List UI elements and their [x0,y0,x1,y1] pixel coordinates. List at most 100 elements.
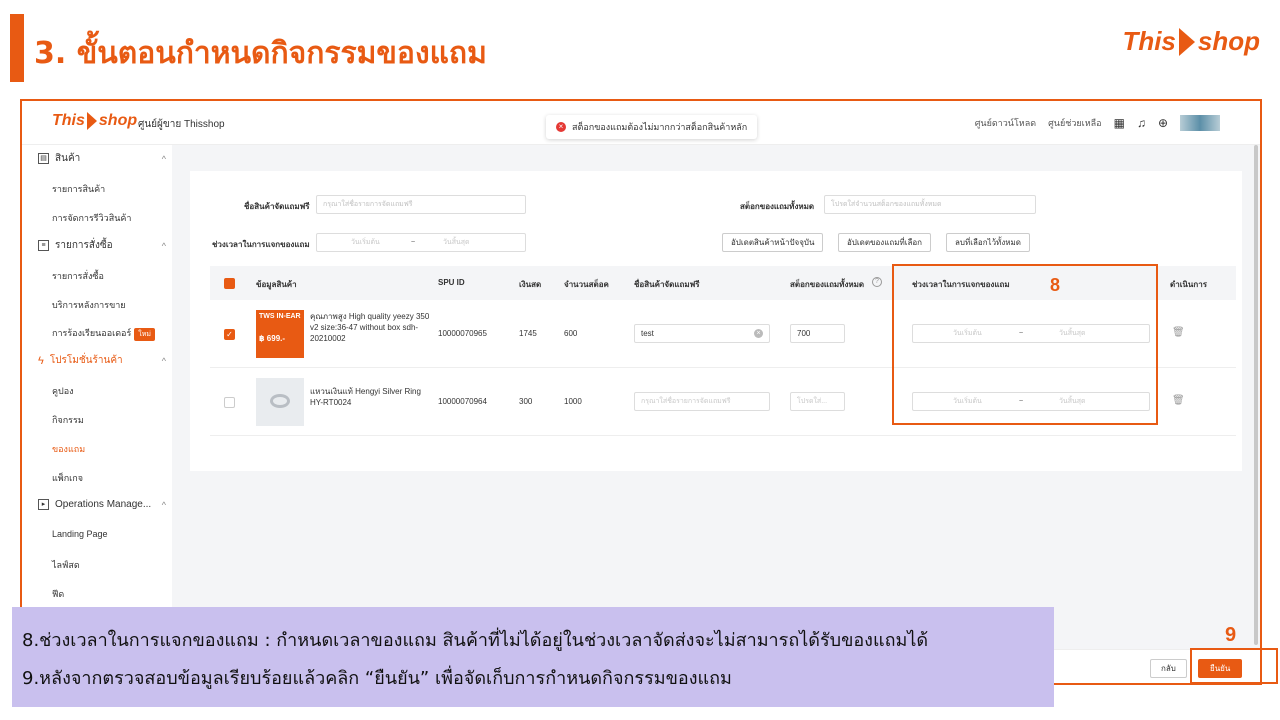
select-all-checkbox[interactable] [224,278,235,289]
th-actions: ดำเนินการ [1170,280,1207,289]
product-thumbnail [256,378,304,426]
seller-center-title: ศูนย์ผู้ขาย Thisshop [138,119,225,130]
chevron-up-icon: ^ [161,240,166,251]
brand-logo: This shop [1122,26,1260,57]
update-selected-gifts-button[interactable]: อัปเดตของแถมที่เลือก [838,233,932,252]
sidebar-item-feed[interactable]: ฟีด [52,587,64,601]
period-label: ช่วงเวลาในการแจกของแถม [212,240,310,249]
spu-id: 10000070964 [438,397,487,406]
app-topbar: This shop ศูนย์ผู้ขาย Thisshop × สต็อกขอ… [22,101,1260,145]
screenshot-frame: This shop ศูนย์ผู้ขาย Thisshop × สต็อกขอ… [20,99,1262,685]
sidebar-group-orders[interactable]: ≡ รายการสั่งซื้อ ^ [38,238,166,253]
callout-8: 8 [1050,275,1061,295]
instruction-note: 8.ช่วงเวลาในการแจกของแถม : กำหนดเวลาของแ… [12,607,1054,707]
sidebar-group-label: โปรโมชั่นร้านค้า [49,355,123,366]
gift-name-field[interactable]: test × [634,324,770,343]
qr-code-icon[interactable]: ▦ [1114,116,1125,130]
start-date-placeholder: วันเริ่มต้น [351,239,380,246]
gift-stock-field[interactable]: โปรดใส่... [790,392,845,411]
stock-value: 1000 [564,397,582,406]
app-logo[interactable]: This shop [52,112,137,130]
sidebar-item-after-sales[interactable]: บริการหลังการขาย [52,298,126,312]
note-line-9: 9.หลังจากตรวจสอบข้อมูลเรียบร้อยแล้วคลิก … [22,668,732,689]
topbar-right: ศูนย์ดาวน์โหลด ศูนย์ช่วยเหลือ ▦ ♫ ⊕ [975,115,1220,131]
sidebar-item-packages[interactable]: แพ็กเกจ [52,471,83,485]
sidebar-item-activities[interactable]: กิจกรรม [52,413,84,427]
gift-stock-field[interactable]: 700 [790,324,845,343]
slide-accent-bar [10,14,24,82]
app-logo-arrow-icon [86,112,97,130]
sidebar-group-label: สินค้า [55,153,81,164]
orders-icon: ≡ [38,240,49,251]
chevron-up-icon: ^ [161,355,166,366]
brand-logo-shop: shop [1197,26,1260,56]
sidebar-group-products[interactable]: ▤ สินค้า ^ [38,151,166,166]
gift-name-field[interactable]: กรุณาใส่ชื่อรายการจัดแถมฟรี [634,392,770,411]
th-product-info: ข้อมูลสินค้า [256,280,297,289]
confirm-highlight-box [1190,648,1278,684]
scrollbar[interactable] [1254,145,1258,645]
help-center-link[interactable]: ศูนย์ช่วยเหลือ [1048,116,1102,130]
back-button[interactable]: กลับ [1150,659,1187,678]
product-name[interactable]: คุณภาพสูง High quality yeezy 350 v2 size… [310,311,430,344]
th-gift-name: ชื่อสินค้าจัดแถมฟรี [634,280,700,289]
sidebar-item-live[interactable]: ไลฟ์สด [52,558,80,572]
ring-image [270,394,290,408]
thumb-price: ฿ 699.- [259,334,286,343]
gift-stock-label: สต็อกของแถมทั้งหมด [740,202,815,211]
th-stock: จำนวนสต็อค [564,280,609,289]
bell-icon[interactable]: ♫ [1137,116,1146,130]
sidebar-item-gifts[interactable]: ของแถม [52,442,85,456]
period-range-input[interactable]: วันเริ่มต้น ~ วันสิ้นสุด [316,233,526,252]
th-cash: เงินสด [519,280,542,289]
gift-name-value: test [641,329,654,338]
gift-name-input[interactable]: กรุณาใส่ชื่อรายการจัดแถมฟรี [316,195,526,214]
play-square-icon: ▸ [38,499,49,510]
products-icon: ▤ [38,153,49,164]
gift-stock-input[interactable]: โปรดใส่จำนวนสต็อกของแถมทั้งหมด [824,195,1036,214]
help-icon[interactable]: ? [872,277,882,287]
sidebar-item-complaints[interactable]: การร้องเรียนออเดอร์ ใหม่ [52,326,155,341]
sidebar-group-promotions[interactable]: ϟ โปรโมชั่นร้านค้า ^ [38,353,166,368]
thumb-title: TWS IN-EAR [259,313,301,320]
row-checkbox[interactable] [224,397,235,408]
brand-arrow-icon [1178,27,1195,56]
sidebar-item-reviews[interactable]: การจัดการรีวิวสินค้า [52,211,131,225]
product-name[interactable]: แหวนเงินแท้ Hengyi Silver Ring HY-RT0024 [310,386,430,408]
error-icon: × [556,122,566,132]
sidebar-item-landing-page[interactable]: Landing Page [52,529,108,539]
delete-selected-button[interactable]: ลบที่เลือกไว้ทั้งหมด [946,233,1030,252]
toast-message: สต็อกของแถมต้องไม่มากกว่าสต็อกสินค้าหลัก [572,122,748,132]
sidebar-item-order-list[interactable]: รายการสั่งซื้อ [52,269,104,283]
th-gift-stock: สต็อกของแถมทั้งหมด [790,280,865,289]
sidebar-item-product-list[interactable]: รายการสินค้า [52,182,105,196]
chevron-up-icon: ^ [161,153,166,164]
sidebar-group-label: Operations Manage... [55,499,152,510]
trash-icon[interactable]: 🗑 [1172,395,1185,406]
clear-icon[interactable]: × [754,329,763,338]
stock-value: 600 [564,329,578,338]
note-line-8: 8.ช่วงเวลาในการแจกของแถม : กำหนดเวลาของแ… [22,630,929,651]
range-separator: ~ [411,239,416,246]
download-center-link[interactable]: ศูนย์ดาวน์โหลด [975,116,1036,130]
avatar[interactable] [1180,115,1220,131]
globe-icon[interactable]: ⊕ [1158,116,1168,130]
app-logo-this: This [52,112,85,129]
sidebar-item-label: การร้องเรียนออเดอร์ [52,328,132,338]
sidebar-item-coupons[interactable]: คูปอง [52,384,74,398]
product-thumbnail: TWS IN-EAR ฿ 699.- [256,310,304,358]
error-toast: × สต็อกของแถมต้องไม่มากกว่าสต็อกสินค้าหล… [546,115,758,139]
gift-name-label: ชื่อสินค้าจัดแถมฟรี [244,202,310,211]
period-highlight-box [892,264,1158,425]
app-logo-shop: shop [98,112,138,129]
slide-title: 3. ขั้นตอนกำหนดกิจกรรมของแถม [34,36,487,71]
spu-id: 10000070965 [438,329,487,338]
sidebar-group-operations[interactable]: ▸ Operations Manage... ^ [38,499,166,510]
update-current-page-button[interactable]: อัปเดตสินค้าหน้าปัจจุบัน [722,233,824,252]
sidebar: ▤ สินค้า ^ รายการสินค้า การจัดการรีวิวสิ… [22,145,172,683]
row-checkbox[interactable]: ✓ [224,329,235,340]
end-date-placeholder: วันสิ้นสุด [443,239,470,246]
brand-logo-this: This [1122,26,1176,56]
sidebar-group-label: รายการสั่งซื้อ [55,240,113,251]
trash-icon[interactable]: 🗑 [1172,327,1185,338]
